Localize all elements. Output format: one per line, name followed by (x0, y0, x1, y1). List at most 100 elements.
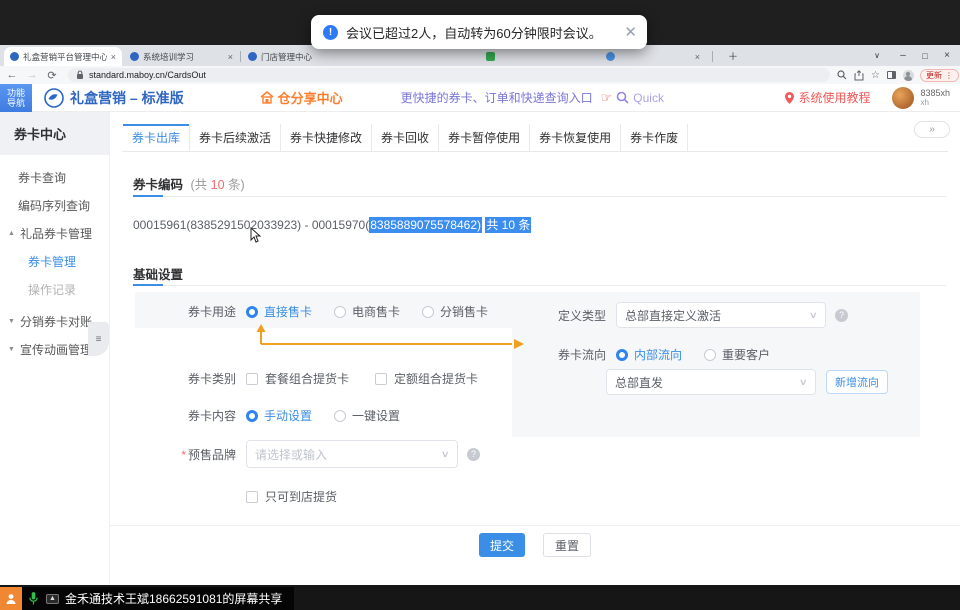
bottom-band: ▲ 金禾通技术王斌18662591081的屏幕共享 (0, 585, 960, 610)
tab-label: 券卡快捷修改 (290, 129, 362, 146)
url-text: standard.maboy.cn/CardsOut (89, 70, 206, 80)
sidebar-item-card-query[interactable]: 券卡查询 (0, 163, 109, 191)
quick-search-zone[interactable]: 更快捷的券卡、订单和快递查询入口 ☞ Quick (401, 89, 664, 106)
reset-button[interactable]: 重置 (543, 533, 591, 557)
minimize-icon[interactable]: – (892, 45, 914, 66)
username: 8385xh (920, 88, 950, 98)
screen-share-bar: ▲ 金禾通技术王斌18662591081的屏幕共享 (22, 587, 294, 610)
sidebar: 券卡中心 券卡查询 编码序列查询 ▲ 礼品券卡管理 券卡管理 操作记录 ▼ 分销… (0, 112, 110, 585)
quick-search-icon (616, 91, 629, 104)
bookmark-star-icon[interactable]: ☆ (871, 70, 880, 81)
basic-settings-header: 基础设置 (133, 264, 183, 283)
quick-label: Quick (633, 91, 664, 105)
function-nav-button[interactable]: 功能 导航 (0, 84, 32, 112)
favicon (486, 52, 495, 61)
browser-tab-label: 系统培训学习 (143, 51, 224, 63)
add-flow-button[interactable]: 新增流向 (826, 370, 888, 394)
tab-label: 券卡后续激活 (199, 129, 271, 146)
checkbox-combo-pickup-card[interactable]: 套餐组合提货卡 (246, 370, 349, 387)
main-content: 券卡出库 券卡后续激活 券卡快捷修改 券卡回收 券卡暂停使用 券卡恢复使用 券卡… (110, 112, 960, 585)
window-close-icon[interactable]: × (936, 45, 958, 66)
radio-distribution-sale[interactable]: 分销售卡 (422, 303, 488, 320)
define-type-label: 定义类型 (558, 307, 606, 324)
user-block[interactable]: 8385xh xh (892, 87, 950, 109)
tab-card-void[interactable]: 券卡作废 (621, 124, 688, 151)
tab-separator (240, 51, 241, 62)
checkbox-fixed-combo-pickup-card[interactable]: 定额组合提货卡 (375, 370, 478, 387)
tab-close-icon[interactable]: × (111, 52, 116, 62)
radio-direct-sale[interactable]: 直接售卡 (246, 303, 312, 320)
new-tab-button[interactable]: ＋ (722, 45, 744, 66)
screen-share-icon: ▲ (46, 594, 59, 604)
location-pin-icon (785, 92, 794, 104)
share-icon[interactable] (854, 70, 864, 81)
sidebar-group-gift-card-mgmt[interactable]: ▲ 礼品券卡管理 (0, 219, 109, 247)
radio-icon (334, 306, 346, 318)
tab-card-recycle[interactable]: 券卡回收 (372, 124, 439, 151)
define-type-select[interactable]: 总部直接定义激活 ∨ (616, 302, 826, 328)
side-panel-icon[interactable] (887, 71, 896, 79)
forward-icon[interactable]: → (24, 69, 40, 81)
zoom-icon[interactable] (837, 70, 847, 80)
favicon (130, 52, 139, 61)
required-asterisk: * (181, 448, 186, 462)
nav-label-line2: 导航 (7, 98, 25, 108)
brand: 礼盒营销 – 标准版 (44, 88, 184, 108)
toast-close-icon[interactable]: ✕ (624, 23, 637, 41)
sidebar-item-code-sequence-query[interactable]: 编码序列查询 (0, 191, 109, 219)
card-code-range[interactable]: 00015961(8385291502033923) - 00015970(83… (133, 216, 531, 233)
radio-manual-setup[interactable]: 手动设置 (246, 407, 312, 424)
checkbox-icon (246, 491, 258, 503)
radio-label: 电商售卡 (352, 303, 400, 320)
usage-label: 券卡用途 (166, 303, 236, 320)
app-header: 功能 导航 礼盒营销 – 标准版 仓分享中心 更快捷的券卡、订单和快递 (0, 84, 960, 112)
tab-card-outbound[interactable]: 券卡出库 (122, 124, 190, 151)
radio-label: 直接售卡 (264, 303, 312, 320)
sidebar-item-operation-log[interactable]: 操作记录 (0, 275, 109, 303)
tab-close-icon[interactable]: × (695, 52, 700, 62)
browser-tab-3[interactable]: 门店管理中心 (242, 47, 357, 66)
maximize-icon[interactable]: □ (914, 45, 936, 66)
radio-icon (246, 410, 258, 422)
participant-icon[interactable] (0, 587, 22, 610)
tabs-expand-button[interactable]: » (914, 121, 950, 138)
tutorial-link[interactable]: 系统使用教程 (785, 89, 870, 106)
profile-avatar-icon[interactable] (903, 70, 914, 81)
sidebar-title: 券卡中心 (0, 112, 109, 155)
browser-toolbar: ← → ⟳ standard.maboy.cn/CardsOut ☆ 更新 ⋮ (0, 66, 960, 84)
sidebar-item-card-management[interactable]: 券卡管理 (0, 247, 109, 275)
radio-one-click-setup[interactable]: 一键设置 (334, 407, 400, 424)
tab-search-icon[interactable]: ∨ (866, 45, 888, 66)
tab-card-suspend[interactable]: 券卡暂停使用 (439, 124, 530, 151)
browser-tab-obscured-1[interactable] (480, 47, 592, 66)
house-icon (260, 91, 274, 104)
radio-important-customer[interactable]: 重要客户 (704, 346, 770, 363)
address-bar[interactable]: standard.maboy.cn/CardsOut (68, 68, 830, 82)
username-sub: xh (920, 98, 950, 108)
basic-settings-title: 基础设置 (133, 268, 183, 282)
flow-select[interactable]: 总部直发 ∨ (606, 369, 816, 395)
help-icon[interactable]: ? (467, 448, 480, 461)
tab-card-later-activate[interactable]: 券卡后续激活 (190, 124, 281, 151)
chrome-update-button[interactable]: 更新 ⋮ (920, 69, 959, 82)
browser-tab-2[interactable]: 系统培训学习 × (124, 47, 239, 66)
kebab-menu-icon: ⋮ (945, 71, 953, 80)
tab-label: 券卡恢复使用 (539, 129, 611, 146)
browser-tab-active[interactable]: 礼盒营销平台管理中心 × (4, 47, 122, 66)
tab-close-icon[interactable]: × (228, 52, 233, 62)
radio-ecommerce-sale[interactable]: 电商售卡 (334, 303, 400, 320)
submit-button[interactable]: 提交 (479, 533, 525, 557)
checkbox-store-pickup-only[interactable]: 只可到店提货 (246, 488, 337, 505)
warehouse-share-center-link[interactable]: 仓分享中心 (260, 88, 343, 107)
tab-card-quick-edit[interactable]: 券卡快捷修改 (281, 124, 372, 151)
radio-internal-flow[interactable]: 内部流向 (616, 346, 682, 363)
add-flow-label: 新增流向 (835, 374, 879, 390)
tab-card-resume[interactable]: 券卡恢复使用 (530, 124, 621, 151)
sidebar-item-label: 操作记录 (28, 281, 76, 298)
browser-tab-obscured-2[interactable]: × (600, 47, 706, 66)
presale-brand-select[interactable]: 请选择或输入 ∨ (246, 440, 458, 468)
sidebar-item-label: 券卡管理 (28, 253, 76, 270)
help-icon[interactable]: ? (835, 309, 848, 322)
reload-icon[interactable]: ⟳ (44, 69, 60, 82)
back-icon[interactable]: ← (4, 69, 20, 81)
